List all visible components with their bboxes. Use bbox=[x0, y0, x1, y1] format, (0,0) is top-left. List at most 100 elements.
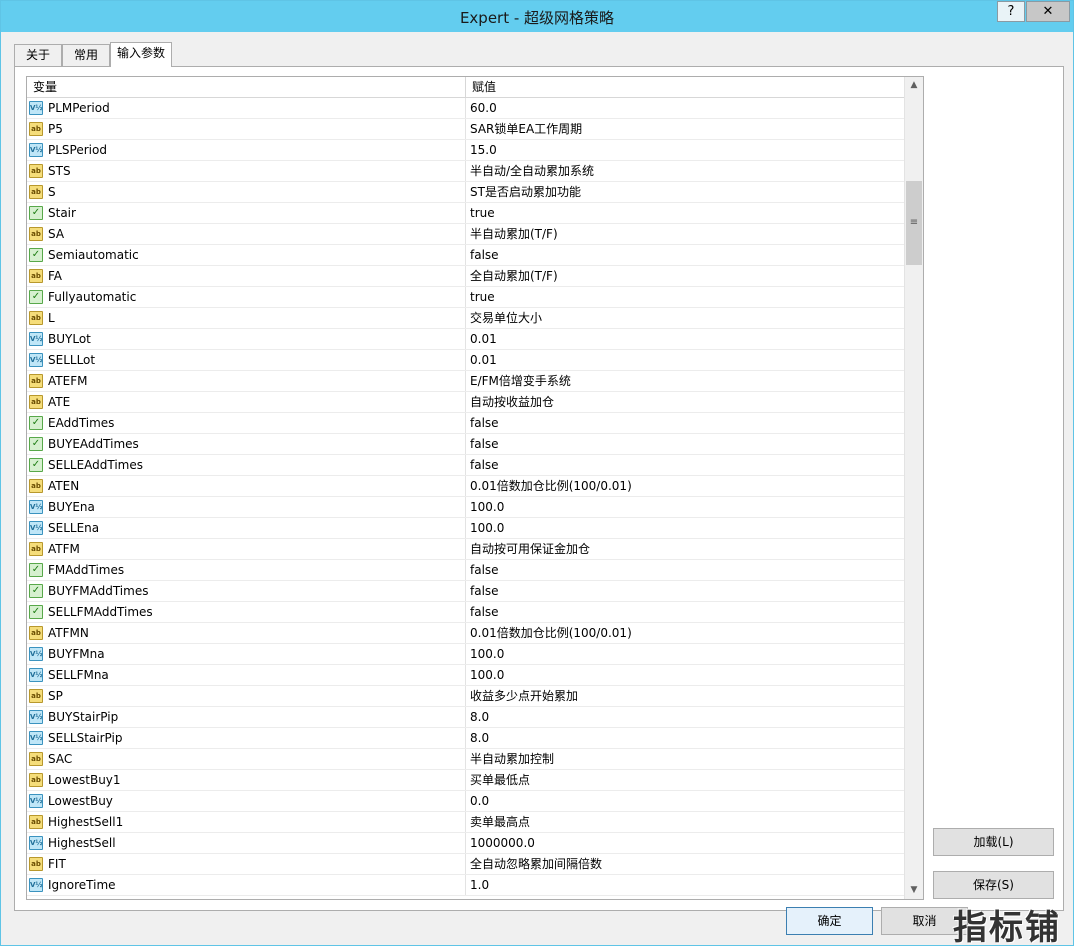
variable-name: HighestSell bbox=[48, 836, 116, 850]
table-row[interactable]: ✓ SELLEAddTimes false bbox=[27, 455, 906, 476]
ok-button[interactable]: 确定 bbox=[786, 907, 873, 935]
table-row[interactable]: ab SP 收益多少点开始累加 bbox=[27, 686, 906, 707]
close-button[interactable]: ✕ bbox=[1026, 1, 1070, 22]
table-row[interactable]: V½ SELLLot 0.01 bbox=[27, 350, 906, 371]
value-cell[interactable]: 买单最低点 bbox=[466, 770, 906, 790]
value-cell[interactable]: 交易单位大小 bbox=[466, 308, 906, 328]
value-cell[interactable]: 全自动累加(T/F) bbox=[466, 266, 906, 286]
value-cell[interactable]: false bbox=[466, 413, 906, 433]
table-row[interactable]: ✓ BUYEAddTimes false bbox=[27, 434, 906, 455]
value-cell[interactable]: false bbox=[466, 602, 906, 622]
value-cell[interactable]: 100.0 bbox=[466, 518, 906, 538]
value-cell[interactable]: 15.0 bbox=[466, 140, 906, 160]
value-cell[interactable]: 0.01 bbox=[466, 350, 906, 370]
tab-inputs[interactable]: 输入参数 bbox=[110, 42, 172, 67]
variable-cell: ✓ SELLEAddTimes bbox=[27, 455, 466, 475]
tab-common[interactable]: 常用 bbox=[62, 44, 110, 66]
table-row[interactable]: ab SAC 半自动累加控制 bbox=[27, 749, 906, 770]
value-cell[interactable]: 100.0 bbox=[466, 497, 906, 517]
table-row[interactable]: V½ PLMPeriod 60.0 bbox=[27, 98, 906, 119]
table-row[interactable]: ✓ BUYFMAddTimes false bbox=[27, 581, 906, 602]
table-row[interactable]: ab L 交易单位大小 bbox=[27, 308, 906, 329]
value-cell[interactable]: 自动按收益加仓 bbox=[466, 392, 906, 412]
value-cell[interactable]: SAR锁单EA工作周期 bbox=[466, 119, 906, 139]
value-cell[interactable]: 0.0 bbox=[466, 791, 906, 811]
table-row[interactable]: V½ BUYEna 100.0 bbox=[27, 497, 906, 518]
value-cell[interactable]: 自动按可用保证金加仓 bbox=[466, 539, 906, 559]
table-row[interactable]: ab S ST是否启动累加功能 bbox=[27, 182, 906, 203]
value-cell[interactable]: 全自动忽略累加间隔倍数 bbox=[466, 854, 906, 874]
table-row[interactable]: V½ LowestBuy 0.0 bbox=[27, 791, 906, 812]
table-row[interactable]: V½ BUYStairPip 8.0 bbox=[27, 707, 906, 728]
tab-about[interactable]: 关于 bbox=[14, 44, 62, 66]
value-cell[interactable]: 60.0 bbox=[466, 98, 906, 118]
table-row[interactable]: ab SA 半自动累加(T/F) bbox=[27, 224, 906, 245]
table-row[interactable]: V½ BUYLot 0.01 bbox=[27, 329, 906, 350]
value-cell[interactable]: 半自动累加控制 bbox=[466, 749, 906, 769]
value-cell[interactable]: true bbox=[466, 287, 906, 307]
scroll-down-arrow-icon[interactable]: ▼ bbox=[905, 882, 923, 899]
load-button[interactable]: 加载(L) bbox=[933, 828, 1054, 856]
value-cell[interactable]: E/FM倍增变手系统 bbox=[466, 371, 906, 391]
value-cell[interactable]: 0.01 bbox=[466, 329, 906, 349]
variable-cell: ab FIT bbox=[27, 854, 466, 874]
table-row[interactable]: ab ATFM 自动按可用保证金加仓 bbox=[27, 539, 906, 560]
value-cell[interactable]: false bbox=[466, 245, 906, 265]
title-bar: Expert - 超级网格策略 ? ✕ bbox=[1, 1, 1073, 32]
value-cell[interactable]: 100.0 bbox=[466, 665, 906, 685]
column-header-variable[interactable]: 变量 bbox=[27, 77, 466, 98]
table-row[interactable]: ✓ Fullyautomatic true bbox=[27, 287, 906, 308]
scroll-up-arrow-icon[interactable]: ▲ bbox=[905, 77, 923, 94]
variable-name: HighestSell1 bbox=[48, 815, 124, 829]
table-row[interactable]: V½ BUYFMna 100.0 bbox=[27, 644, 906, 665]
table-row[interactable]: ab FIT 全自动忽略累加间隔倍数 bbox=[27, 854, 906, 875]
value-cell[interactable]: 半自动/全自动累加系统 bbox=[466, 161, 906, 181]
table-row[interactable]: ✓ EAddTimes false bbox=[27, 413, 906, 434]
value-cell[interactable]: 半自动累加(T/F) bbox=[466, 224, 906, 244]
value-cell[interactable]: false bbox=[466, 581, 906, 601]
value-cell[interactable]: 1.0 bbox=[466, 875, 906, 895]
variable-cell: V½ IgnoreTime bbox=[27, 875, 466, 895]
table-row[interactable]: V½ PLSPeriod 15.0 bbox=[27, 140, 906, 161]
table-row[interactable]: ✓ Stair true bbox=[27, 203, 906, 224]
value-cell[interactable]: 卖单最高点 bbox=[466, 812, 906, 832]
help-button[interactable]: ? bbox=[997, 1, 1025, 22]
value-cell[interactable]: 0.01倍数加仓比例(100/0.01) bbox=[466, 476, 906, 496]
value-cell[interactable]: false bbox=[466, 455, 906, 475]
value-cell[interactable]: 8.0 bbox=[466, 728, 906, 748]
table-row[interactable]: ✓ FMAddTimes false bbox=[27, 560, 906, 581]
value-cell[interactable]: 100.0 bbox=[466, 644, 906, 664]
table-row[interactable]: V½ HighestSell 1000000.0 bbox=[27, 833, 906, 854]
scroll-thumb[interactable]: ≡ bbox=[906, 181, 922, 265]
table-row[interactable]: ab STS 半自动/全自动累加系统 bbox=[27, 161, 906, 182]
column-header-value[interactable]: 赋值 bbox=[466, 77, 906, 98]
value-cell[interactable]: 8.0 bbox=[466, 707, 906, 727]
number-type-icon: V½ bbox=[29, 521, 43, 535]
table-row[interactable]: V½ SELLStairPip 8.0 bbox=[27, 728, 906, 749]
value-cell[interactable]: false bbox=[466, 560, 906, 580]
table-row[interactable]: ab HighestSell1 卖单最高点 bbox=[27, 812, 906, 833]
table-row[interactable]: ab ATFMN 0.01倍数加仓比例(100/0.01) bbox=[27, 623, 906, 644]
value-cell[interactable]: 0.01倍数加仓比例(100/0.01) bbox=[466, 623, 906, 643]
table-row[interactable]: ✓ SELLFMAddTimes false bbox=[27, 602, 906, 623]
table-row[interactable]: ab LowestBuy1 买单最低点 bbox=[27, 770, 906, 791]
save-button[interactable]: 保存(S) bbox=[933, 871, 1054, 899]
table-row[interactable]: ab ATEN 0.01倍数加仓比例(100/0.01) bbox=[27, 476, 906, 497]
value-cell[interactable]: ST是否启动累加功能 bbox=[466, 182, 906, 202]
vertical-scrollbar[interactable]: ▲ ≡ ▼ bbox=[904, 77, 923, 899]
table-row[interactable]: V½ SELLFMna 100.0 bbox=[27, 665, 906, 686]
variable-name: BUYLot bbox=[48, 332, 91, 346]
value-cell[interactable]: true bbox=[466, 203, 906, 223]
table-row[interactable]: ab P5 SAR锁单EA工作周期 bbox=[27, 119, 906, 140]
value-cell[interactable]: false bbox=[466, 434, 906, 454]
table-row[interactable]: V½ SELLEna 100.0 bbox=[27, 518, 906, 539]
value-cell[interactable]: 1000000.0 bbox=[466, 833, 906, 853]
table-row[interactable]: ab ATEFM E/FM倍增变手系统 bbox=[27, 371, 906, 392]
variable-cell: ✓ SELLFMAddTimes bbox=[27, 602, 466, 622]
table-row[interactable]: ab FA 全自动累加(T/F) bbox=[27, 266, 906, 287]
variable-name: BUYFMna bbox=[48, 647, 105, 661]
table-row[interactable]: ab ATE 自动按收益加仓 bbox=[27, 392, 906, 413]
table-row[interactable]: V½ IgnoreTime 1.0 bbox=[27, 875, 906, 896]
table-row[interactable]: ✓ Semiautomatic false bbox=[27, 245, 906, 266]
value-cell[interactable]: 收益多少点开始累加 bbox=[466, 686, 906, 706]
